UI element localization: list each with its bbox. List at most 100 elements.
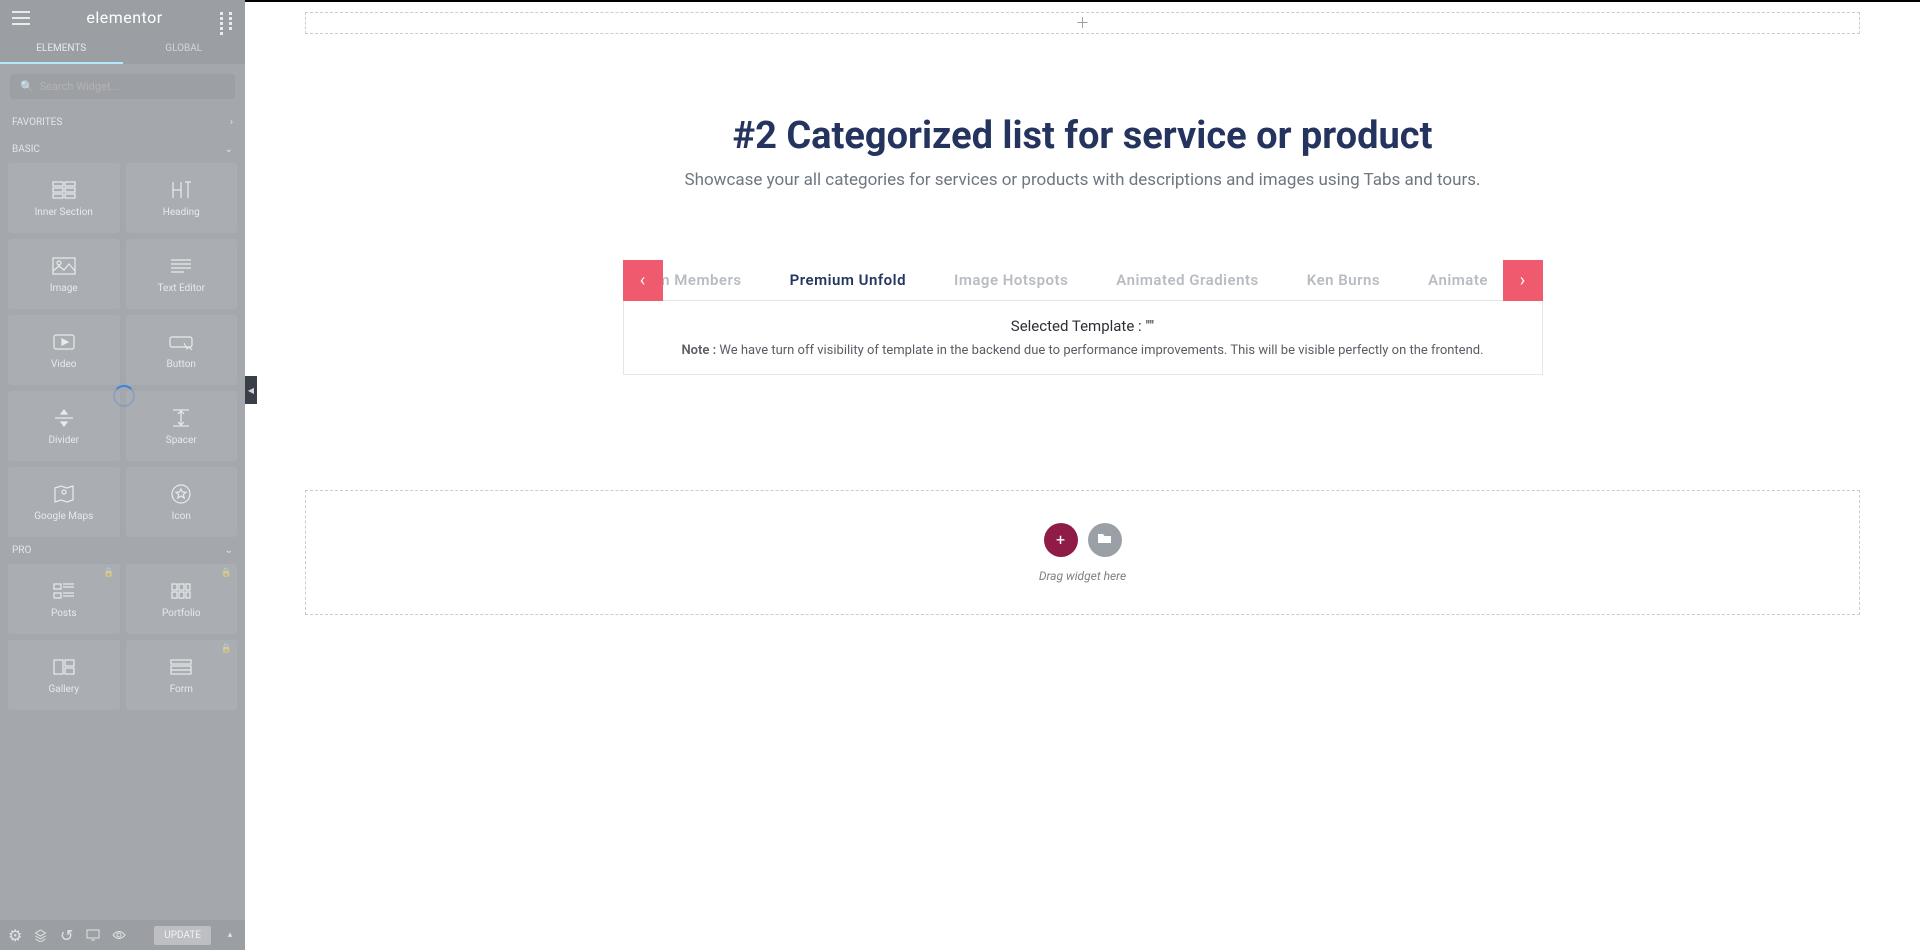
widget-label: Spacer — [166, 435, 197, 446]
section-favorites[interactable]: FAVORITES › — [0, 109, 245, 136]
widgets-pro-grid: 🔒 Posts 🔒 Portfolio Gallery 🔒 Form — [0, 564, 245, 710]
widget-label: Posts — [51, 608, 77, 619]
collapse-sidebar-handle[interactable]: ◀ — [245, 376, 257, 404]
carousel-prev-button[interactable]: ‹ — [623, 260, 663, 301]
sidebar-footer: ⚙ ↺ UPDATE ▴ — [0, 920, 245, 950]
sidebar-tabs: ELEMENTS GLOBAL — [0, 35, 245, 64]
search-icon: 🔍 — [20, 80, 34, 93]
dropzone-label: Drag widget here — [1039, 569, 1126, 583]
folder-icon — [1097, 531, 1112, 548]
add-section-above[interactable]: ＋ — [305, 12, 1860, 34]
widget-posts[interactable]: 🔒 Posts — [8, 564, 120, 634]
spacer-icon — [168, 407, 194, 429]
widget-button[interactable]: Button — [126, 315, 238, 385]
image-icon — [51, 255, 77, 277]
button-icon — [168, 331, 194, 353]
page-title: #2 Categorized list for service or produ… — [305, 114, 1860, 158]
history-icon[interactable]: ↺ — [60, 928, 74, 942]
template-note: Note : We have turn off visibility of te… — [648, 343, 1518, 358]
widget-label: Text Editor — [158, 283, 205, 294]
widget-label: Divider — [48, 435, 79, 446]
gallery-icon — [51, 656, 77, 678]
map-icon — [51, 483, 77, 505]
page-subtitle: Showcase your all categories for service… — [305, 170, 1860, 190]
tab-team-members[interactable]: m Members — [657, 271, 742, 289]
chevron-down-icon: ⌄ — [225, 144, 233, 155]
apps-grid-icon[interactable] — [219, 11, 233, 25]
tab-global[interactable]: GLOBAL — [123, 35, 246, 64]
widget-label: Heading — [163, 207, 200, 218]
widget-label: Video — [51, 359, 76, 370]
plus-icon: + — [1056, 530, 1065, 549]
section-label: BASIC — [12, 144, 40, 155]
tab-ken-burns[interactable]: Ken Burns — [1307, 271, 1380, 289]
tab-animated-gradients[interactable]: Animated Gradients — [1116, 271, 1258, 289]
widget-divider[interactable]: Divider — [8, 391, 120, 461]
lock-icon: 🔒 — [103, 568, 114, 578]
text-lines-icon — [168, 255, 194, 277]
widget-heading[interactable]: Heading — [126, 163, 238, 233]
responsive-icon[interactable] — [86, 928, 100, 942]
template-library-button[interactable] — [1088, 523, 1122, 557]
widget-google-maps[interactable]: Google Maps — [8, 467, 120, 537]
add-widget-button[interactable]: + — [1044, 523, 1078, 557]
play-icon — [51, 331, 77, 353]
widget-inner-section[interactable]: Inner Section — [8, 163, 120, 233]
tab-elements[interactable]: ELEMENTS — [0, 35, 123, 64]
section-label: PRO — [12, 545, 31, 556]
widget-label: Image — [50, 283, 78, 294]
heading-icon — [168, 179, 194, 201]
widget-gallery[interactable]: Gallery — [8, 640, 120, 710]
posts-icon — [51, 580, 77, 602]
chevron-right-icon: › — [230, 117, 233, 128]
update-button[interactable]: UPDATE — [154, 926, 211, 945]
tabs-row: m Members Premium Unfold Image Hotspots … — [623, 260, 1543, 301]
gear-icon[interactable]: ⚙ — [8, 928, 22, 942]
plus-icon: ＋ — [1076, 13, 1090, 33]
sidebar-panel: elementor ELEMENTS GLOBAL 🔍 FAVORITES › … — [0, 0, 245, 950]
chevron-left-icon: ‹ — [640, 270, 645, 291]
widgets-basic-grid: Inner Section Heading Image Text Editor … — [0, 163, 245, 537]
category-tabs: ‹ m Members Premium Unfold Image Hotspot… — [623, 260, 1543, 375]
template-info-box: Selected Template : "" Note : We have tu… — [623, 301, 1543, 375]
editor-canvas: ＋ #2 Categorized list for service or pro… — [245, 0, 1920, 950]
widget-label: Icon — [172, 511, 191, 522]
widget-image[interactable]: Image — [8, 239, 120, 309]
eye-icon[interactable] — [112, 928, 126, 942]
form-icon — [168, 656, 194, 678]
widget-text-editor[interactable]: Text Editor — [126, 239, 238, 309]
hamburger-icon[interactable] — [12, 11, 30, 25]
widget-icon[interactable]: Icon — [126, 467, 238, 537]
widget-portfolio[interactable]: 🔒 Portfolio — [126, 564, 238, 634]
update-caret[interactable]: ▴ — [223, 930, 237, 940]
carousel-next-button[interactable]: › — [1503, 260, 1543, 301]
widget-form[interactable]: 🔒 Form — [126, 640, 238, 710]
note-label: Note : — [681, 343, 719, 358]
loading-spinner-icon — [113, 385, 135, 407]
lock-icon: 🔒 — [221, 568, 232, 578]
section-pro[interactable]: PRO ⌄ — [0, 537, 245, 564]
columns-icon — [51, 179, 77, 201]
widget-spacer[interactable]: Spacer — [126, 391, 238, 461]
search-box[interactable]: 🔍 — [10, 74, 235, 99]
dropzone-actions: + — [1044, 523, 1122, 557]
widget-video[interactable]: Video — [8, 315, 120, 385]
grid-icon — [168, 580, 194, 602]
tab-premium-unfold[interactable]: Premium Unfold — [790, 271, 906, 289]
lock-icon: 🔒 — [221, 644, 232, 654]
note-text: We have turn off visibility of template … — [719, 343, 1483, 358]
chevron-right-icon: › — [1520, 270, 1525, 291]
widget-label: Inner Section — [35, 207, 93, 218]
search-input[interactable] — [40, 80, 225, 93]
widget-label: Google Maps — [34, 511, 93, 522]
logo-text: elementor — [86, 8, 162, 27]
layers-icon[interactable] — [34, 928, 48, 942]
selected-template-text: Selected Template : "" — [648, 317, 1518, 335]
section-basic[interactable]: BASIC ⌄ — [0, 136, 245, 163]
widget-dropzone[interactable]: + Drag widget here — [305, 490, 1860, 615]
widget-label: Button — [167, 359, 196, 370]
tab-image-hotspots[interactable]: Image Hotspots — [954, 271, 1068, 289]
widget-label: Portfolio — [162, 608, 201, 619]
divider-icon — [51, 407, 77, 429]
tab-animate[interactable]: Animate — [1428, 271, 1488, 289]
